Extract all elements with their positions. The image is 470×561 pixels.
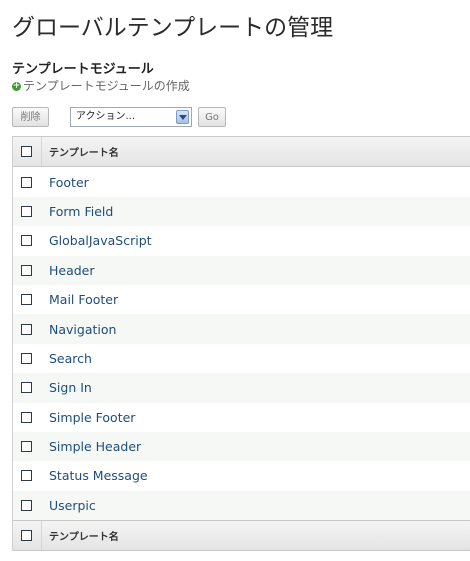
table-row: Simple Header [13, 431, 470, 462]
table-row: Search [13, 343, 470, 374]
table-row: Header [13, 255, 470, 285]
template-name-link[interactable]: Userpic [49, 498, 96, 513]
template-name-link[interactable]: Status Message [49, 468, 148, 483]
row-checkbox[interactable] [21, 352, 32, 364]
template-name-link[interactable]: Header [49, 263, 95, 278]
template-name-link[interactable]: Form Field [49, 204, 113, 219]
action-select[interactable]: アクション... [70, 107, 192, 127]
row-checkbox[interactable] [21, 411, 32, 423]
column-divider [41, 521, 42, 551]
table-row: Navigation [13, 314, 470, 344]
template-name-link[interactable]: Mail Footer [49, 292, 118, 307]
column-header-template-name[interactable]: テンプレート名 [49, 144, 119, 159]
row-checkbox[interactable] [21, 499, 32, 511]
table-row: Simple Footer [13, 402, 470, 432]
chevron-down-icon[interactable] [176, 110, 189, 124]
row-checkbox[interactable] [21, 323, 32, 335]
table-row: Sign In [13, 373, 470, 403]
table-footer-row: テンプレート名 [13, 520, 470, 552]
row-checkbox[interactable] [21, 470, 32, 482]
row-checkbox[interactable] [21, 176, 32, 188]
delete-button[interactable]: 削除 [12, 107, 49, 127]
row-checkbox[interactable] [21, 441, 32, 453]
plus-circle-icon: + [12, 80, 21, 91]
page-title: グローバルテンプレートの管理 [12, 15, 334, 41]
select-all-checkbox[interactable] [21, 146, 32, 158]
section-title: テンプレートモジュール [12, 62, 154, 77]
select-all-checkbox-footer[interactable] [21, 530, 32, 542]
template-name-link[interactable]: GlobalJavaScript [49, 233, 152, 248]
row-checkbox[interactable] [21, 264, 32, 276]
row-checkbox[interactable] [21, 382, 32, 394]
template-name-link[interactable]: Sign In [49, 380, 92, 395]
row-checkbox[interactable] [21, 235, 32, 247]
table-row: Userpic [13, 490, 470, 521]
action-select-value: アクション... [76, 111, 136, 122]
template-name-link[interactable]: Simple Header [49, 439, 141, 454]
table-row: Form Field [13, 196, 470, 227]
template-name-link[interactable]: Search [49, 351, 92, 366]
table-row: GlobalJavaScript [13, 226, 470, 256]
table-row: Mail Footer [13, 284, 470, 315]
create-link-label: テンプレートモジュールの作成 [23, 79, 190, 93]
create-template-module-link[interactable]: + テンプレートモジュールの作成 [12, 77, 190, 94]
table-row: Footer [13, 167, 470, 197]
table-row: Status Message [13, 461, 470, 491]
row-checkbox[interactable] [21, 294, 32, 306]
column-divider [41, 137, 42, 167]
table-header-row: テンプレート名 [13, 137, 470, 168]
column-footer-template-name[interactable]: テンプレート名 [49, 528, 119, 543]
template-name-link[interactable]: Simple Footer [49, 410, 135, 425]
template-name-link[interactable]: Footer [49, 175, 89, 190]
template-table: テンプレート名 Footer Form Field GlobalJavaScript… [12, 136, 470, 552]
go-button[interactable]: Go [198, 107, 226, 127]
template-name-link[interactable]: Navigation [49, 322, 116, 337]
row-checkbox[interactable] [21, 205, 32, 217]
